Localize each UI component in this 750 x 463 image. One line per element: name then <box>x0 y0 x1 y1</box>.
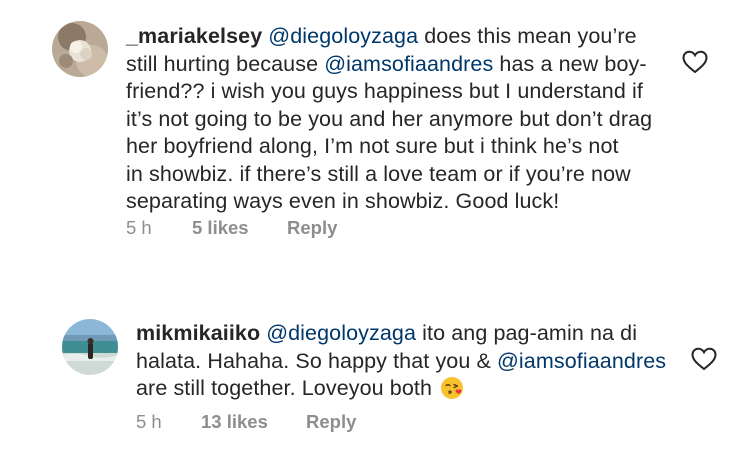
avatar[interactable] <box>52 21 108 77</box>
comment-line: separating ways even in showbiz. Good lu… <box>126 189 560 213</box>
comment-line: in showbiz. if there’s still a love team… <box>126 161 631 186</box>
comment-line: friend?? i wish you guys happiness but I… <box>126 79 643 103</box>
comment-time: 5 h <box>136 411 162 432</box>
mention-link[interactable]: @iamsofiaandres <box>324 52 493 76</box>
reply-button[interactable]: Reply <box>287 217 337 239</box>
comment-item: mikmikaiiko @diegoloyzaga ito ang pag-ami… <box>0 300 750 463</box>
mention-link[interactable]: @diegoloyzaga <box>268 24 418 48</box>
comment-text: _mariakelsey @diegoloyzaga does this mean… <box>126 23 686 216</box>
comment-text: mikmikaiiko @diegoloyzaga ito ang pag-ami… <box>136 320 696 403</box>
comment-line: halata. Hahaha. So happy that you & <box>136 348 497 373</box>
mention-link[interactable]: @iamsofiaandres <box>497 349 666 373</box>
comment-time: 5 h <box>126 217 152 238</box>
flower-photo-icon <box>52 21 108 77</box>
heart-outline-icon[interactable] <box>691 347 717 371</box>
avatar[interactable] <box>62 319 118 375</box>
mention-link[interactable]: @diegoloyzaga <box>266 321 416 345</box>
comment-line: her boyfriend along, I’m not sure but i … <box>126 134 619 158</box>
comment-line: does this mean you’re <box>418 24 637 48</box>
comment-meta: 5 h 5 likes Reply <box>126 217 426 241</box>
reply-button[interactable]: Reply <box>306 411 356 433</box>
likes-count[interactable]: 13 likes <box>201 411 268 433</box>
comment-line: are still together. Loveyou both <box>136 376 433 400</box>
comment-meta: 5 h 13 likes Reply <box>136 411 436 435</box>
comment-username[interactable]: mikmikaiiko <box>136 321 260 345</box>
comment-line: still hurting because <box>126 51 325 76</box>
comment-line: it’s not going to be you and her anymore… <box>126 106 653 131</box>
comment-line: ito ang pag-amin na di <box>416 321 638 345</box>
beach-photo-icon <box>62 319 118 375</box>
likes-count[interactable]: 5 likes <box>192 217 249 239</box>
face-blowing-kiss-icon <box>441 377 464 399</box>
comment-item: _mariakelsey @diegoloyzaga does this mean… <box>0 0 750 260</box>
heart-outline-icon[interactable] <box>682 50 708 74</box>
comment-line: has a new boy- <box>493 51 647 76</box>
comment-username[interactable]: _mariakelsey <box>126 24 262 48</box>
